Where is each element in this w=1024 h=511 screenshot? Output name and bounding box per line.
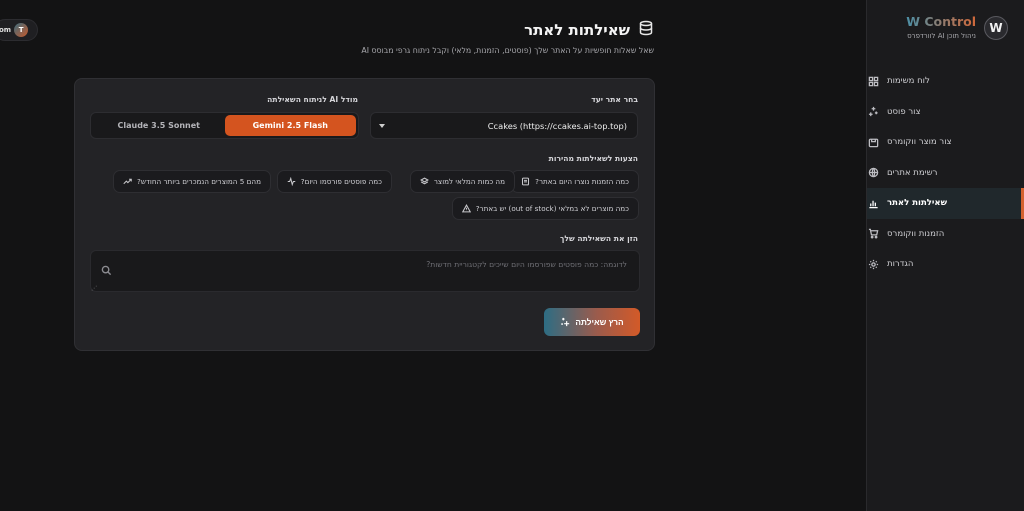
bar-chart-icon xyxy=(867,197,879,209)
query-input-wrapper: ⋰ xyxy=(90,250,640,292)
site-select-label: בחר אתר יעד xyxy=(591,95,638,104)
resize-handle-icon[interactable]: ⋰ xyxy=(91,285,97,292)
sidebar-item-label: שאילתות לאתר xyxy=(887,198,948,209)
page-title: שאילתות לאתר xyxy=(524,20,654,40)
activity-icon xyxy=(287,177,295,186)
query-label: הזן את השאילתה שלך xyxy=(560,234,638,243)
sidebar-nav: לוח משימות צור פוסט צור מוצר ווקומרס רשי… xyxy=(867,66,1024,280)
database-icon xyxy=(638,20,654,40)
alert-triangle-icon xyxy=(461,204,471,213)
suggestion-label: מה כמות המלאי למוצר xyxy=(433,177,505,186)
avatar: T xyxy=(14,23,29,37)
model-toggle: Claude 3.5 Sonnet Gemini 2.5 Flash xyxy=(90,112,359,139)
sidebar-item-label: לוח משימות xyxy=(887,76,930,87)
run-query-button[interactable]: הרץ שאילתה xyxy=(544,308,640,336)
suggestion-chip-stock-level[interactable]: מה כמות המלאי למוצר xyxy=(409,170,515,193)
brand-title: W Control xyxy=(906,14,976,29)
search-icon xyxy=(101,261,112,276)
query-card: בחר אתר יעד מודל AI לניתוח השאילתה Ccake… xyxy=(74,78,655,351)
brand: W W Control ניהול תוכן AI לוורדפרס xyxy=(880,14,1010,46)
sidebar-item-sites[interactable]: רשימת אתרים xyxy=(867,158,1024,189)
query-input[interactable] xyxy=(91,251,639,291)
sidebar: W W Control ניהול תוכן AI לוורדפרס לוח מ… xyxy=(866,0,1024,511)
sidebar-item-create-product[interactable]: צור מוצר ווקומרס xyxy=(867,127,1024,158)
sparkles-icon xyxy=(867,106,879,118)
suggestion-chip-top-products[interactable]: מהם 5 המוצרים הנמכרים ביותר החודש? xyxy=(113,170,271,193)
sidebar-item-settings[interactable]: הגדרות xyxy=(867,249,1024,280)
receipt-icon xyxy=(522,177,530,186)
product-box-icon xyxy=(867,136,879,148)
chevron-down-icon xyxy=(379,123,385,128)
model-label: מודל AI לניתוח השאילתה xyxy=(267,95,358,104)
sidebar-item-dashboard[interactable]: לוח משימות xyxy=(867,66,1024,97)
suggestion-label: כמה פוסטים פורסמו היום? xyxy=(300,177,382,186)
brand-subtitle: ניהול תוכן AI לוורדפרס xyxy=(907,32,976,40)
sidebar-item-label: צור מוצר ווקומרס xyxy=(887,137,952,148)
sidebar-item-label: הזמנות ווקומרס xyxy=(887,228,945,239)
sidebar-item-woo-orders[interactable]: הזמנות ווקומרס xyxy=(867,219,1024,250)
suggestion-chip-posts-today[interactable]: כמה פוסטים פורסמו היום? xyxy=(276,170,392,193)
suggestion-label: כמה מוצרים לא במלאי (out of stock) יש בא… xyxy=(475,204,629,213)
model-option-claude[interactable]: Claude 3.5 Sonnet xyxy=(93,115,225,136)
dashboard-icon xyxy=(867,75,879,87)
suggestion-chip-out-of-stock[interactable]: כמה מוצרים לא במלאי (out of stock) יש בא… xyxy=(451,197,639,220)
page-subtitle: שאל שאלות חופשיות על האתר שלך (פוסטים, ה… xyxy=(361,46,654,55)
suggestion-chip-orders-today[interactable]: כמה הזמנות נוצרו היום באתר? xyxy=(511,170,639,193)
sidebar-item-site-queries[interactable]: שאילתות לאתר xyxy=(867,188,1024,219)
suggestions-label: הצעות לשאילתות מהירות xyxy=(548,154,638,163)
sidebar-item-label: הגדרות xyxy=(887,259,914,270)
page-title-text: שאילתות לאתר xyxy=(524,21,630,39)
cart-icon xyxy=(867,228,879,240)
user-menu-chip[interactable]: om T xyxy=(0,19,38,41)
site-select-value: Ccakes (https://ccakes.ai-top.top) xyxy=(487,120,627,131)
sidebar-item-label: צור פוסט xyxy=(887,106,921,117)
sidebar-item-label: רשימת אתרים xyxy=(887,167,938,178)
site-select[interactable]: Ccakes (https://ccakes.ai-top.top) xyxy=(370,112,638,139)
model-option-gemini[interactable]: Gemini 2.5 Flash xyxy=(224,115,356,136)
sparkles-icon xyxy=(561,317,570,327)
trending-up-icon xyxy=(123,178,132,185)
layers-icon xyxy=(419,177,429,185)
run-query-label: הרץ שאילתה xyxy=(575,317,624,327)
globe-icon xyxy=(867,167,879,179)
suggestion-label: מהם 5 המוצרים הנמכרים ביותר החודש? xyxy=(137,177,261,186)
suggestion-label: כמה הזמנות נוצרו היום באתר? xyxy=(535,177,629,186)
brand-logo: W xyxy=(984,16,1008,40)
gear-icon xyxy=(867,258,879,270)
sidebar-item-create-post[interactable]: צור פוסט xyxy=(867,97,1024,128)
user-chip-label: om xyxy=(0,26,12,34)
